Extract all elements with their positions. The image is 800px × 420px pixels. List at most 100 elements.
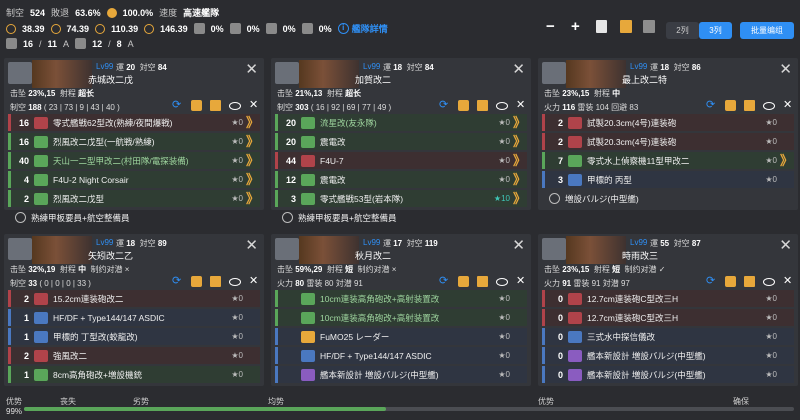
equipment-slot[interactable]: 44 F4U-7 ★0 》	[275, 152, 527, 169]
plus-icon[interactable]: +	[571, 18, 580, 35]
remove-ship-icon[interactable]: ✕	[512, 236, 525, 254]
equipment-slot[interactable]: 10cm連装高角砲改+高射装置改 ★0	[275, 309, 527, 326]
two-column-button[interactable]: 2列	[666, 22, 699, 39]
air-state-label: 优势	[6, 397, 22, 406]
equipment-slot[interactable]: 0 艦本新設計 増設バルジ(中型艦) ★0	[542, 347, 794, 364]
equipment-slot[interactable]: 1 8cm高角砲改+増設機銃 ★0	[8, 366, 260, 383]
bag-icon[interactable]	[477, 276, 488, 287]
equipment-slot[interactable]: 7 零式水上偵察機11型甲改二 ★0 》	[542, 152, 794, 169]
equipment-name: 震電改	[320, 136, 346, 147]
note-icon[interactable]	[620, 20, 632, 33]
expansion-slot[interactable]: 増設バルジ(中型艦)	[542, 190, 794, 207]
lock-icon[interactable]	[458, 276, 469, 287]
ship-name[interactable]: 最上改二特	[622, 73, 667, 86]
eye-icon[interactable]	[763, 101, 775, 110]
equipment-slot[interactable]: 20 流星改(友永隊) ★0 》	[275, 114, 527, 131]
sync-icon[interactable]: ⟳	[706, 276, 717, 287]
expansion-slot[interactable]: 熟練甲板要員+航空整備員	[8, 209, 260, 226]
no-entry-icon	[282, 212, 293, 223]
bag-icon[interactable]	[210, 100, 221, 111]
minus-icon[interactable]: −	[546, 18, 555, 35]
tp-b2: 8	[116, 38, 122, 49]
remove-ship-icon[interactable]: ✕	[512, 60, 525, 78]
equipment-icon	[301, 154, 315, 167]
bag-icon[interactable]	[744, 276, 755, 287]
equipment-slot[interactable]: 2 試製20.3cm(4号)連装砲 ★0	[542, 114, 794, 131]
equipment-slot[interactable]: 10cm連装高角砲改+高射装置改 ★0	[275, 290, 527, 307]
equipment-slot[interactable]: 2 強風改二 ★0	[8, 347, 260, 364]
equipment-slot[interactable]: 16 零式艦戦62型改(熟練/夜間爆戦) ★0 》	[8, 114, 260, 131]
ship-card[interactable]: Lv99 運 55 対空 87 時雨改三 ✕ 击坠 23%,15 射程 短 制约对潜 ✓…	[538, 234, 798, 386]
sync-icon[interactable]: ⟳	[172, 276, 183, 287]
sync-icon[interactable]: ⟳	[439, 276, 450, 287]
clear-icon[interactable]: ✕	[516, 100, 527, 111]
clear-icon[interactable]: ✕	[783, 100, 794, 111]
fleet-detail-link[interactable]: i 艦隊詳情	[337, 22, 388, 35]
equipment-slot[interactable]: 2 烈風改二戊型 ★0 》	[8, 190, 260, 207]
equipment-slot[interactable]: 艦本新設計 増設バルジ(中型艦) ★0	[275, 366, 527, 383]
equipment-slot[interactable]: FuMO25 レーダー ★0	[275, 328, 527, 345]
equipment-slot[interactable]: 40 天山一二型甲改二(村田隊/電探装備) ★0 》	[8, 152, 260, 169]
ship-card[interactable]: Lv99 運 17 対空 119 秋月改二 ✕ 击坠 59%,29 射程 短 制约对潜 …	[271, 234, 531, 386]
equipment-slot[interactable]: 1 HF/DF + Type144/147 ASDIC ★0	[8, 309, 260, 326]
ship-name[interactable]: 赤城改二戊	[88, 73, 133, 86]
equipment-slot[interactable]: 0 12.7cm連装砲C型改三H ★0	[542, 309, 794, 326]
trash-icon[interactable]	[596, 20, 607, 33]
equipment-slot[interactable]: 12 震電改 ★0 》	[275, 171, 527, 188]
remove-ship-icon[interactable]: ✕	[779, 236, 792, 254]
equipment-slot[interactable]: 3 甲標的 丙型 ★0	[542, 171, 794, 188]
bag-icon[interactable]	[477, 100, 488, 111]
ship-card[interactable]: Lv99 運 18 対空 89 矢矧改二乙 ✕ 击坠 32%,19 射程 中 制约对潜 …	[4, 234, 264, 386]
batch-compose-button[interactable]: 批量编组	[740, 22, 794, 39]
equipment-slot[interactable]: 4 F4U-2 Night Corsair ★0 》	[8, 171, 260, 188]
lock-icon[interactable]	[725, 100, 736, 111]
equipment-slot[interactable]: 2 15.2cm連装砲改二 ★0	[8, 290, 260, 307]
ship-name[interactable]: 加賀改二	[355, 73, 391, 86]
eye-icon[interactable]	[229, 277, 241, 286]
equipment-slots: 2 15.2cm連装砲改二 ★0 1 HF/DF + Type144/147 ASDIC…	[8, 290, 260, 385]
ship-card[interactable]: Lv99 運 20 対空 84 赤城改二戊 ✕ 击坠 23%,15 射程 超长 制空 18…	[4, 58, 264, 223]
clear-icon[interactable]: ✕	[249, 100, 260, 111]
three-column-button[interactable]: 3列	[699, 22, 732, 39]
remove-ship-icon[interactable]: ✕	[245, 60, 258, 78]
ship-stat-line: 制空 303 ( 16 | 92 | 69 | 77 | 49 )	[277, 103, 392, 112]
equipment-slot[interactable]: 20 震電改 ★0 》	[275, 133, 527, 150]
clear-icon[interactable]: ✕	[516, 276, 527, 287]
improvement-star: ★0	[765, 118, 777, 127]
bag-icon[interactable]	[210, 276, 221, 287]
equipment-name: FuMO25 レーダー	[320, 331, 390, 342]
ship-name[interactable]: 秋月改二	[355, 249, 391, 262]
clear-icon[interactable]: ✕	[249, 276, 260, 287]
ship-card[interactable]: Lv99 運 18 対空 84 加賀改二 ✕ 击坠 21%,13 射程 超长 制空 303…	[271, 58, 531, 223]
air-tick-loss: 丧失	[60, 397, 76, 406]
sync-icon[interactable]: ⟳	[172, 100, 183, 111]
equipment-slot[interactable]: 0 艦本新設計 増設バルジ(中型艦) ★0	[542, 366, 794, 383]
equipment-slot[interactable]: 2 試製20.3cm(4号)連装砲 ★0	[542, 133, 794, 150]
ship-card[interactable]: Lv99 運 18 対空 86 最上改二特 ✕ 击坠 23%,15 射程 中火力 116…	[538, 58, 798, 210]
equipment-slot[interactable]: 1 甲標的 丁型改(蛟龍改) ★0	[8, 328, 260, 345]
equipment-slot[interactable]: HF/DF + Type144/147 ASDIC ★0	[275, 347, 527, 364]
remove-ship-icon[interactable]: ✕	[779, 60, 792, 78]
eye-icon[interactable]	[229, 101, 241, 110]
ship-name[interactable]: 時雨改三	[622, 249, 658, 262]
proficiency-chevron-icon	[513, 329, 527, 345]
remove-ship-icon[interactable]: ✕	[245, 236, 258, 254]
lock-icon[interactable]	[191, 276, 202, 287]
lock-icon[interactable]	[191, 100, 202, 111]
sync-icon[interactable]: ⟳	[439, 100, 450, 111]
cards-icon[interactable]	[643, 20, 655, 33]
eye-icon[interactable]	[763, 277, 775, 286]
lock-icon[interactable]	[458, 100, 469, 111]
equipment-slot[interactable]: 3 零式艦戦53型(岩本隊) ★10 》	[275, 190, 527, 207]
lock-icon[interactable]	[725, 276, 736, 287]
ship-name[interactable]: 矢矧改二乙	[88, 249, 133, 262]
equipment-slot[interactable]: 0 12.7cm連装砲C型改三H ★0	[542, 290, 794, 307]
eye-icon[interactable]	[496, 277, 508, 286]
clear-icon[interactable]: ✕	[783, 276, 794, 287]
bag-icon[interactable]	[744, 100, 755, 111]
equipment-slot[interactable]: 0 三式水中探信儀改 ★0	[542, 328, 794, 345]
eye-icon[interactable]	[496, 101, 508, 110]
sync-icon[interactable]: ⟳	[706, 100, 717, 111]
expansion-slot[interactable]: 熟練甲板要員+航空整備員	[275, 209, 527, 226]
equipment-slot[interactable]: 16 烈風改二戊型(一航戦/熟練) ★0 》	[8, 133, 260, 150]
